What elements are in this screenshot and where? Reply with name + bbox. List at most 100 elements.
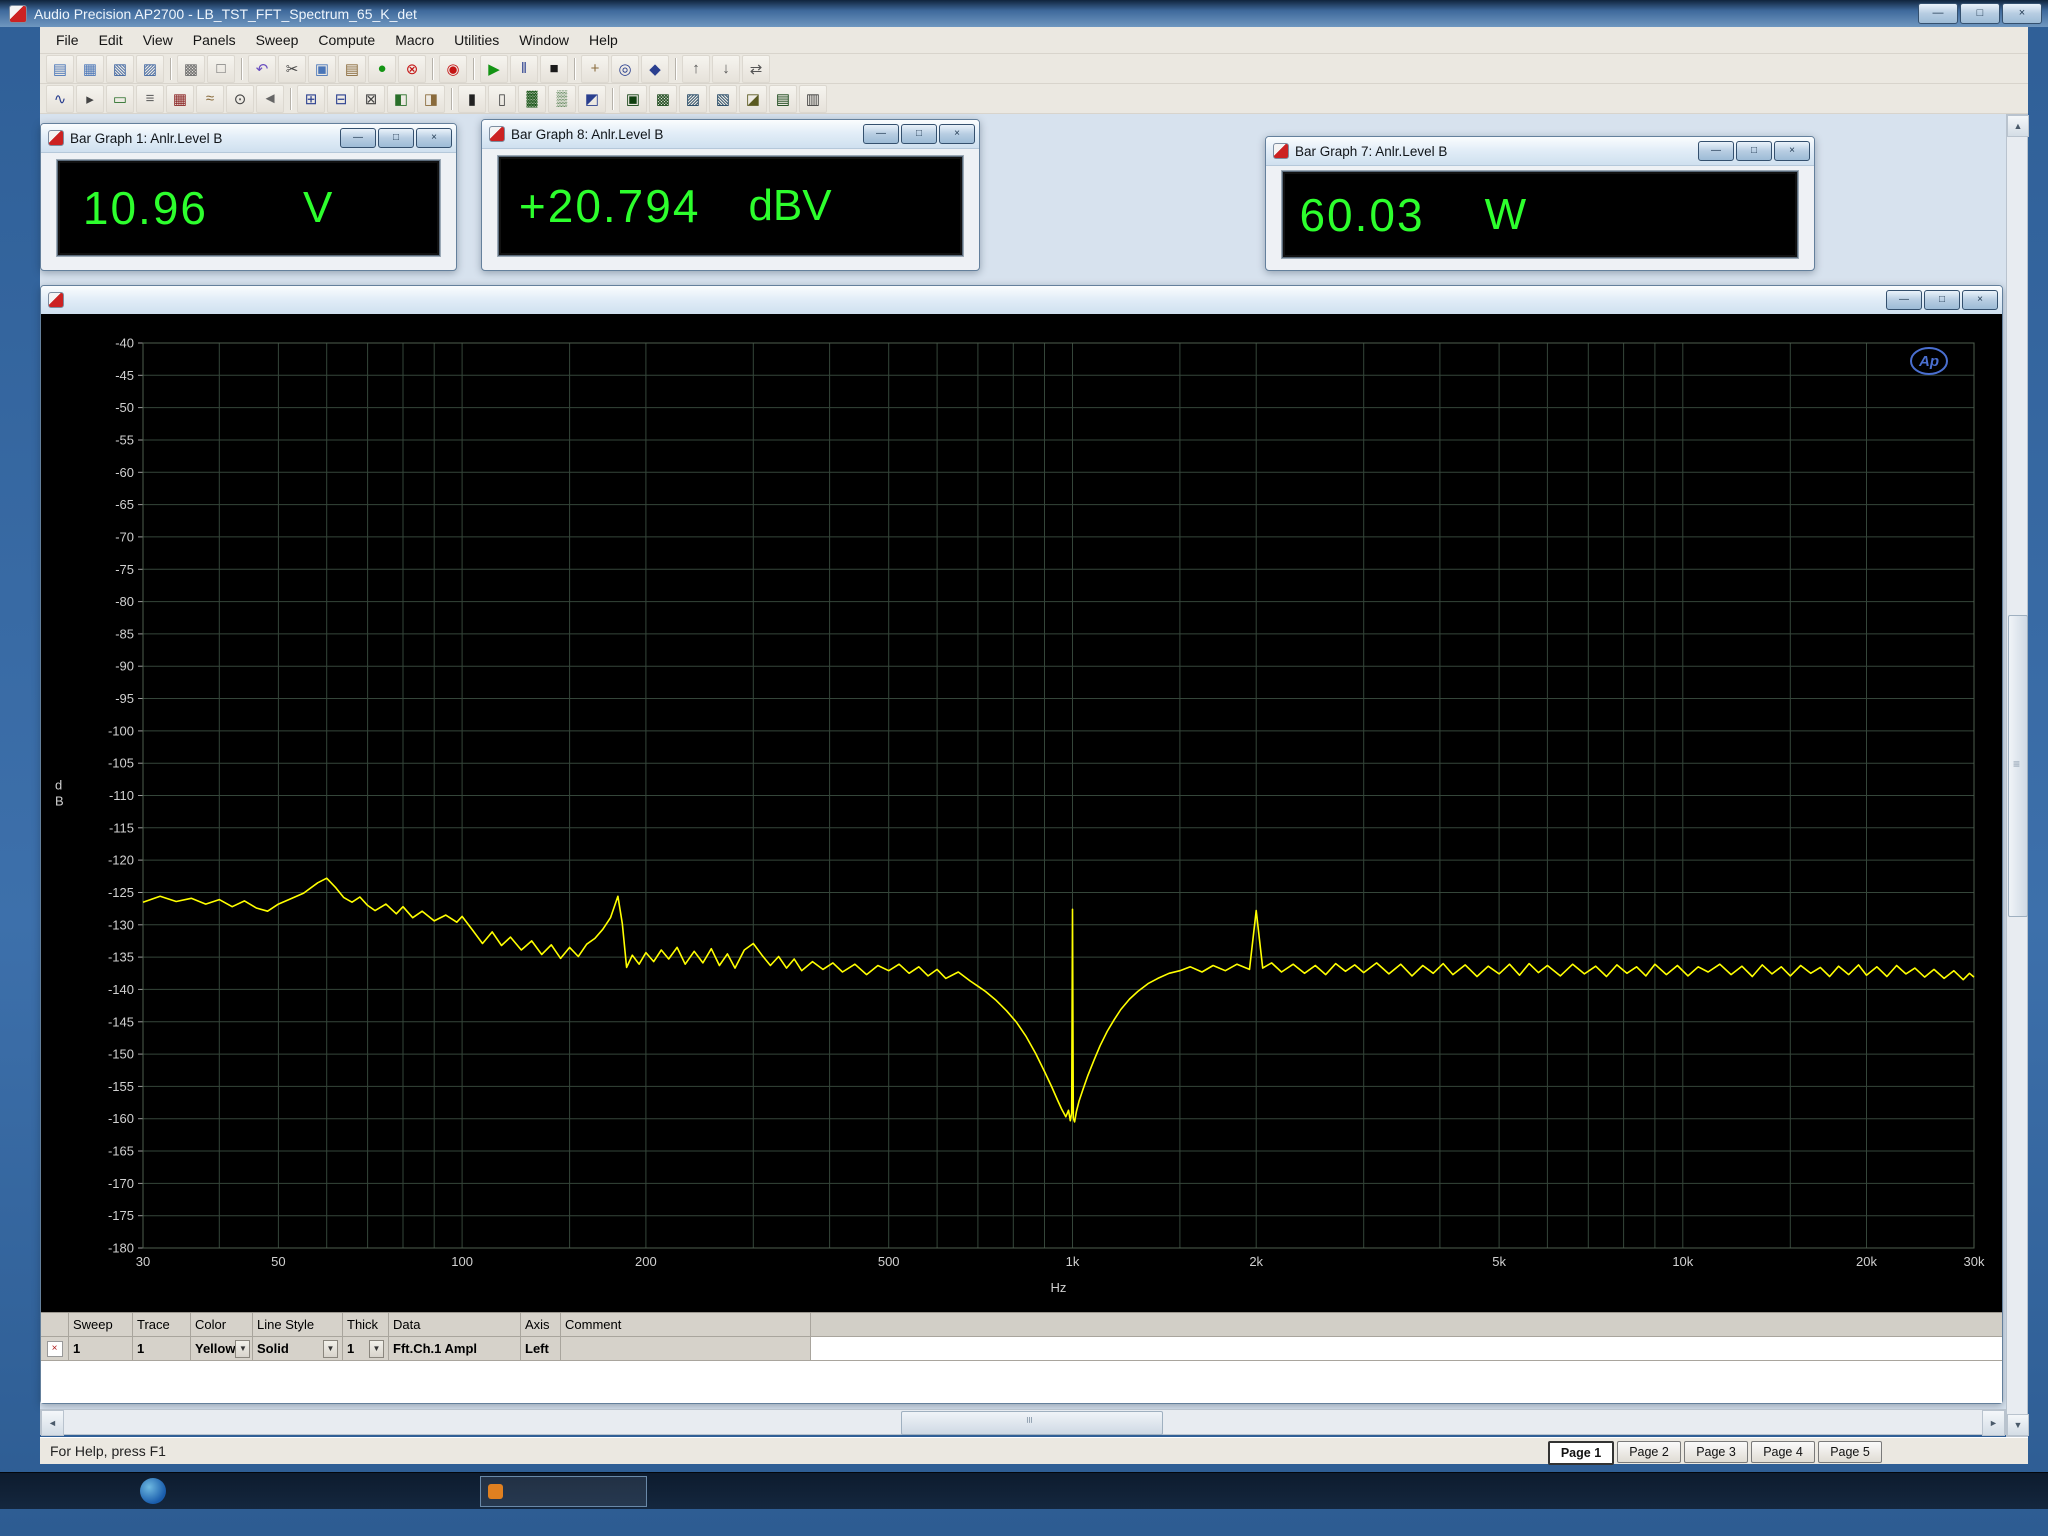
frequency-counter-icon[interactable]: ⊙ xyxy=(226,85,254,113)
close-button[interactable]: × xyxy=(416,128,452,148)
cursor-tool-icon[interactable]: ▸ xyxy=(76,85,104,113)
scroll-up-icon[interactable]: ▲ xyxy=(2007,115,2029,137)
minimize-button[interactable]: — xyxy=(1886,290,1922,310)
bargraph-panel-icon[interactable]: ▮ xyxy=(458,85,486,113)
scroll-right-icon[interactable]: ► xyxy=(1982,1410,2005,1436)
bargraph-8-titlebar[interactable]: Bar Graph 8: Anlr.Level B —□× xyxy=(482,120,979,149)
mixed-signal-icon[interactable]: ▥ xyxy=(799,85,827,113)
windows-taskbar[interactable] xyxy=(0,1472,2048,1509)
undo-icon[interactable]: ↶ xyxy=(248,55,276,83)
graph-panel-icon[interactable]: ∿ xyxy=(46,85,74,113)
app-titlebar[interactable]: Audio Precision AP2700 - LB_TST_FFT_Spec… xyxy=(0,0,2048,27)
minimize-button[interactable]: — xyxy=(1918,3,1958,24)
menu-help[interactable]: Help xyxy=(579,28,628,52)
sweep-settings-icon[interactable]: ◧ xyxy=(387,85,415,113)
monitor-d-icon[interactable]: ▧ xyxy=(709,85,737,113)
bargraph-7-titlebar[interactable]: Bar Graph 7: Anlr.Level B —□× xyxy=(1266,137,1814,166)
cell-thick[interactable]: 1▼ xyxy=(343,1337,389,1361)
run-sweep-icon[interactable]: ▶ xyxy=(480,55,508,83)
close-button[interactable]: × xyxy=(939,124,975,144)
restore-button[interactable]: □ xyxy=(901,124,937,144)
menu-macro[interactable]: Macro xyxy=(385,28,444,52)
tab-page-4[interactable]: Page 4 xyxy=(1751,1441,1815,1463)
vertical-scrollbar-thumb[interactable] xyxy=(2008,615,2028,917)
fft-panel-icon[interactable]: ⊠ xyxy=(357,85,385,113)
paste-icon[interactable]: ▤ xyxy=(338,55,366,83)
cell-line-style[interactable]: Solid▼ xyxy=(253,1337,343,1361)
tab-page-1[interactable]: Page 1 xyxy=(1548,1441,1614,1465)
cell-color[interactable]: Yellow▼ xyxy=(191,1337,253,1361)
restore-button[interactable]: □ xyxy=(1960,3,2000,24)
save-as-icon[interactable]: ▨ xyxy=(136,55,164,83)
menu-edit[interactable]: Edit xyxy=(89,28,133,52)
print-icon[interactable]: ▩ xyxy=(177,55,205,83)
copy-icon[interactable]: ▣ xyxy=(308,55,336,83)
speaker-panel-icon[interactable]: ◄ xyxy=(256,85,284,113)
taskbar-browser-icon[interactable] xyxy=(140,1478,166,1504)
close-button[interactable]: × xyxy=(2002,3,2042,24)
record-macro-icon[interactable]: ◉ xyxy=(439,55,467,83)
dropdown-icon[interactable]: ▼ xyxy=(369,1340,384,1358)
restore-button[interactable]: □ xyxy=(1924,290,1960,310)
monitor-a-icon[interactable]: ▣ xyxy=(619,85,647,113)
menu-file[interactable]: File xyxy=(46,28,89,52)
limits-panel-icon[interactable]: ◪ xyxy=(739,85,767,113)
mdi-vertical-scrollbar[interactable]: ▲ ▼ xyxy=(2006,114,2028,1437)
monitors-icon[interactable]: ◎ xyxy=(611,55,639,83)
menu-compute[interactable]: Compute xyxy=(308,28,385,52)
spectrum-view-icon[interactable]: ▤ xyxy=(769,85,797,113)
macro-panel-icon[interactable]: ◨ xyxy=(417,85,445,113)
pan-tool-icon[interactable]: + xyxy=(581,55,609,83)
settling-panel-icon[interactable]: ≈ xyxy=(196,85,224,113)
row-selector[interactable]: × xyxy=(41,1337,69,1361)
graph-window-titlebar[interactable]: —□× xyxy=(41,286,2002,315)
monitor-c-icon[interactable]: ▨ xyxy=(679,85,707,113)
restore-button[interactable]: □ xyxy=(378,128,414,148)
dropdown-icon[interactable]: ▼ xyxy=(323,1340,338,1358)
regulation-panel-icon[interactable]: ◩ xyxy=(578,85,606,113)
close-button[interactable]: × xyxy=(1962,290,1998,310)
scroll-left-icon[interactable]: ◄ xyxy=(41,1410,64,1436)
scroll-down-icon[interactable]: ▼ xyxy=(2007,1414,2029,1436)
hardware-status-icon[interactable]: ▒ xyxy=(548,85,576,113)
monitor-b-icon[interactable]: ▩ xyxy=(649,85,677,113)
open-test-icon[interactable]: ▦ xyxy=(76,55,104,83)
sweep-spectrum-icon[interactable]: ◆ xyxy=(641,55,669,83)
taskbar-window-preview[interactable] xyxy=(480,1476,647,1507)
transfer-icon[interactable]: ⇄ xyxy=(742,55,770,83)
digital-io-icon[interactable]: ▦ xyxy=(166,85,194,113)
nudge-panel-icon[interactable]: ≡ xyxy=(136,85,164,113)
restore-button[interactable]: □ xyxy=(1736,141,1772,161)
minimize-button[interactable]: — xyxy=(1698,141,1734,161)
menu-window[interactable]: Window xyxy=(509,28,579,52)
menu-utilities[interactable]: Utilities xyxy=(444,28,509,52)
print-preview-icon[interactable]: □ xyxy=(207,55,235,83)
start-icon[interactable]: ● xyxy=(368,55,396,83)
cut-icon[interactable]: ✂ xyxy=(278,55,306,83)
tab-page-3[interactable]: Page 3 xyxy=(1684,1441,1748,1463)
horizontal-scrollbar-thumb[interactable] xyxy=(901,1411,1163,1435)
minimize-button[interactable]: — xyxy=(340,128,376,148)
close-button[interactable]: × xyxy=(1774,141,1810,161)
row-select-icon[interactable]: × xyxy=(47,1341,63,1357)
dropdown-icon[interactable]: ▼ xyxy=(235,1340,250,1358)
move-down-icon[interactable]: ↓ xyxy=(712,55,740,83)
mdi-horizontal-scrollbar[interactable]: ◄ ► xyxy=(40,1409,2006,1435)
status-bits-icon[interactable]: ▯ xyxy=(488,85,516,113)
menu-panels[interactable]: Panels xyxy=(183,28,246,52)
menu-view[interactable]: View xyxy=(133,28,183,52)
data-editor-icon[interactable]: ▓ xyxy=(518,85,546,113)
abort-icon[interactable]: ⊗ xyxy=(398,55,426,83)
pause-sweep-icon[interactable]: ‖ xyxy=(510,55,538,83)
tab-page-5[interactable]: Page 5 xyxy=(1818,1441,1882,1463)
sweep-panel-icon[interactable]: ▭ xyxy=(106,85,134,113)
generator-panel-icon[interactable]: ⊞ xyxy=(297,85,325,113)
analyzer-panel-icon[interactable]: ⊟ xyxy=(327,85,355,113)
bargraph-1-titlebar[interactable]: Bar Graph 1: Anlr.Level B —□× xyxy=(41,124,456,153)
save-test-icon[interactable]: ▧ xyxy=(106,55,134,83)
stop-sweep-icon[interactable]: ■ xyxy=(540,55,568,83)
new-test-icon[interactable]: ▤ xyxy=(46,55,74,83)
tab-page-2[interactable]: Page 2 xyxy=(1617,1441,1681,1463)
move-up-icon[interactable]: ↑ xyxy=(682,55,710,83)
minimize-button[interactable]: — xyxy=(863,124,899,144)
